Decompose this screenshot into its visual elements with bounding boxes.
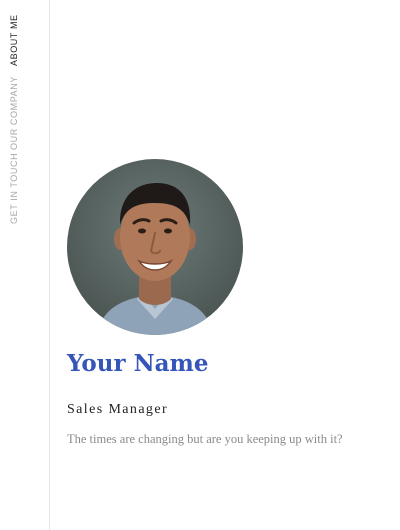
profile-name: Your Name: [67, 350, 209, 377]
nav-item-about-me[interactable]: ABOUT ME: [9, 14, 19, 66]
nav-item-our-company[interactable]: OUR COMPANY: [9, 76, 19, 150]
profile-job-title: Sales Manager: [67, 402, 169, 417]
side-navigation: ABOUT ME OUR COMPANY GET IN TOUCH: [0, 0, 50, 530]
nav-item-get-in-touch[interactable]: GET IN TOUCH: [9, 153, 19, 224]
profile-tagline: The times are changing but are you keepi…: [67, 432, 343, 446]
profile-photo: [67, 159, 243, 335]
page: ABOUT ME OUR COMPANY GET IN TOUCH Your N…: [0, 0, 400, 530]
